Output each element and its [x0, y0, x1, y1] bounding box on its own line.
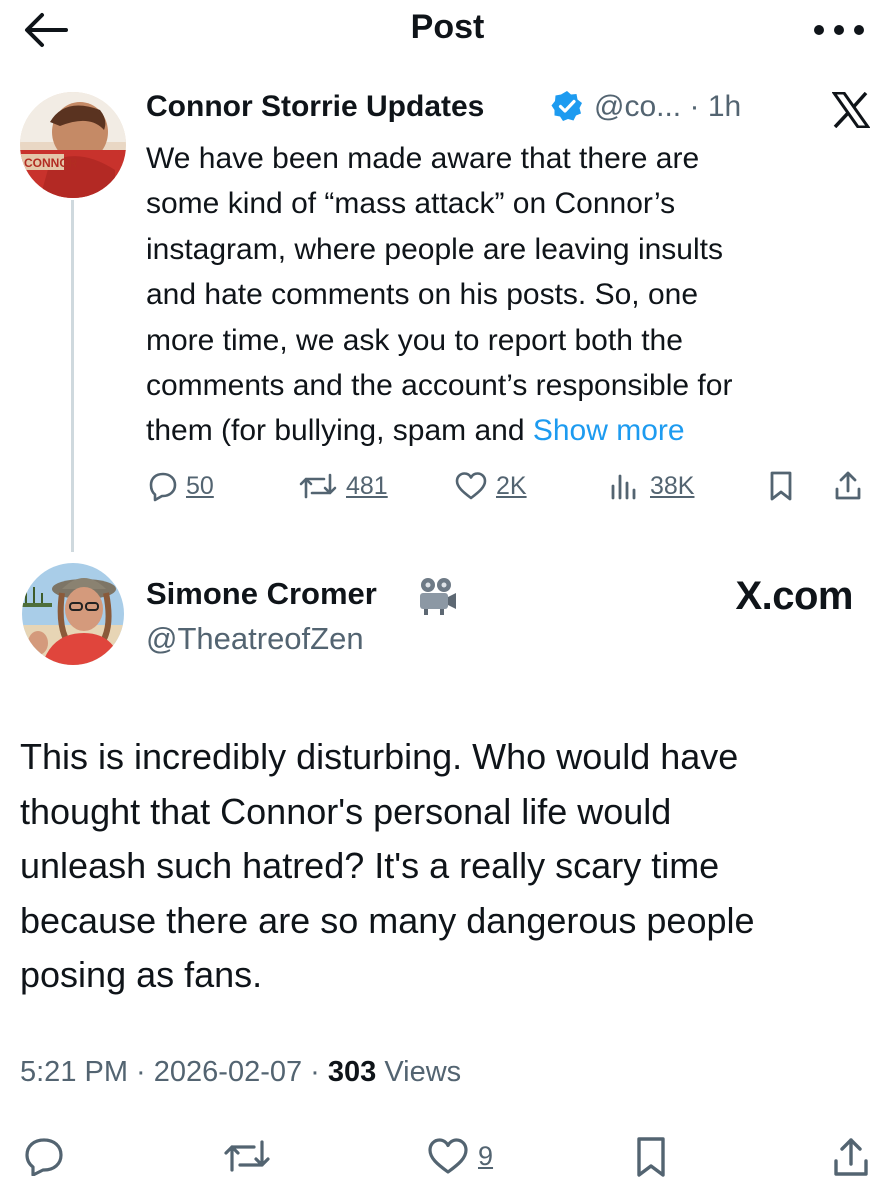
reply-count: 50 [186, 471, 214, 500]
projector-icon [414, 576, 458, 616]
quoted-post-body: We have been made aware that there are s… [146, 136, 846, 454]
thread-connector-line [71, 200, 74, 552]
repost-icon [299, 473, 337, 499]
author-name[interactable]: Connor Storrie Updates [146, 90, 484, 124]
author-name[interactable]: Simone Cromer [146, 576, 377, 612]
verified-badge-icon [551, 90, 583, 122]
like-button[interactable]: 2K [454, 470, 527, 502]
avatar[interactable]: CONNOR [20, 92, 126, 198]
share-button[interactable] [830, 1136, 872, 1178]
reply-button[interactable]: 50 [146, 470, 214, 502]
bookmark-button[interactable] [632, 1136, 670, 1178]
body-line: We have been made aware that there are [146, 142, 700, 175]
repost-icon [224, 1140, 270, 1172]
body-line: unleash such hatred? It's a really scary… [20, 845, 720, 887]
avatar[interactable] [22, 563, 124, 665]
x-logo-icon [832, 92, 870, 128]
body-line: more time, we ask you to report both the [146, 323, 683, 357]
like-count: 2K [496, 471, 527, 500]
body-line: thought that Connor's personal life woul… [20, 790, 672, 832]
show-more-link[interactable]: Show more [533, 414, 685, 447]
body-line: instagram, where people are leaving insu… [146, 232, 723, 266]
body-line: This is incredibly disturbing. Who would… [20, 736, 739, 777]
share-icon [835, 471, 861, 500]
body-line: because there are so many dangerous peop… [20, 899, 755, 941]
quoted-post-actions: 50 481 2K 38K [146, 470, 866, 510]
views-button[interactable]: 38K [608, 470, 694, 502]
post-actions: 9 [0, 1132, 895, 1182]
post-time[interactable]: 5:21 PM [20, 1056, 128, 1088]
post-body: This is incredibly disturbing. Who would… [20, 730, 870, 1003]
svg-text:CONNOR: CONNOR [24, 156, 78, 170]
handle-text: @co... [594, 90, 682, 123]
repost-button[interactable] [222, 1136, 272, 1176]
author-handle: @co... · 1h [594, 90, 741, 124]
body-line: them (for bullying, spam and [146, 414, 533, 448]
repost-count: 481 [346, 471, 388, 500]
like-button[interactable]: 9 [426, 1136, 493, 1176]
heart-icon [428, 1138, 468, 1174]
bookmark-icon [637, 1137, 665, 1177]
share-icon [834, 1138, 868, 1176]
heart-icon [455, 472, 487, 500]
body-line: posing as fans. [20, 954, 263, 996]
more-horizontal-icon [814, 25, 864, 35]
separator: · [302, 1056, 328, 1088]
post-date[interactable]: 2026-02-07 [154, 1056, 302, 1088]
bookmark-icon [770, 471, 792, 501]
author-handle[interactable]: @TheatreofZen [146, 621, 364, 657]
body-line: comments and the account’s responsible f… [146, 369, 733, 403]
body-line: some kind of “mass attack” on Connor’s [146, 187, 676, 221]
reply-icon [149, 472, 177, 502]
separator: · [689, 90, 700, 123]
post-time[interactable]: 1h [708, 90, 741, 123]
post-metadata: 5:21 PM · 2026-02-07 · 303 Views [20, 1056, 461, 1089]
bookmark-button[interactable] [766, 470, 796, 502]
like-count: 9 [478, 1140, 494, 1171]
share-button[interactable] [832, 470, 864, 502]
repost-button[interactable]: 481 [298, 470, 388, 502]
views-label: Views [376, 1056, 462, 1088]
reply-button[interactable] [22, 1136, 66, 1176]
separator: · [128, 1056, 154, 1088]
views-count: 303 [327, 1056, 377, 1088]
body-line: and hate comments on his posts. So, one [146, 278, 698, 312]
page-title: Post [410, 8, 485, 46]
analytics-icon [611, 474, 636, 500]
more-button[interactable] [811, 18, 867, 42]
reply-icon [25, 1138, 63, 1176]
body-line-last: them (for bullying, spam and Show more [146, 408, 846, 453]
views-count: 38K [650, 471, 695, 500]
watermark: X.com [735, 574, 853, 618]
